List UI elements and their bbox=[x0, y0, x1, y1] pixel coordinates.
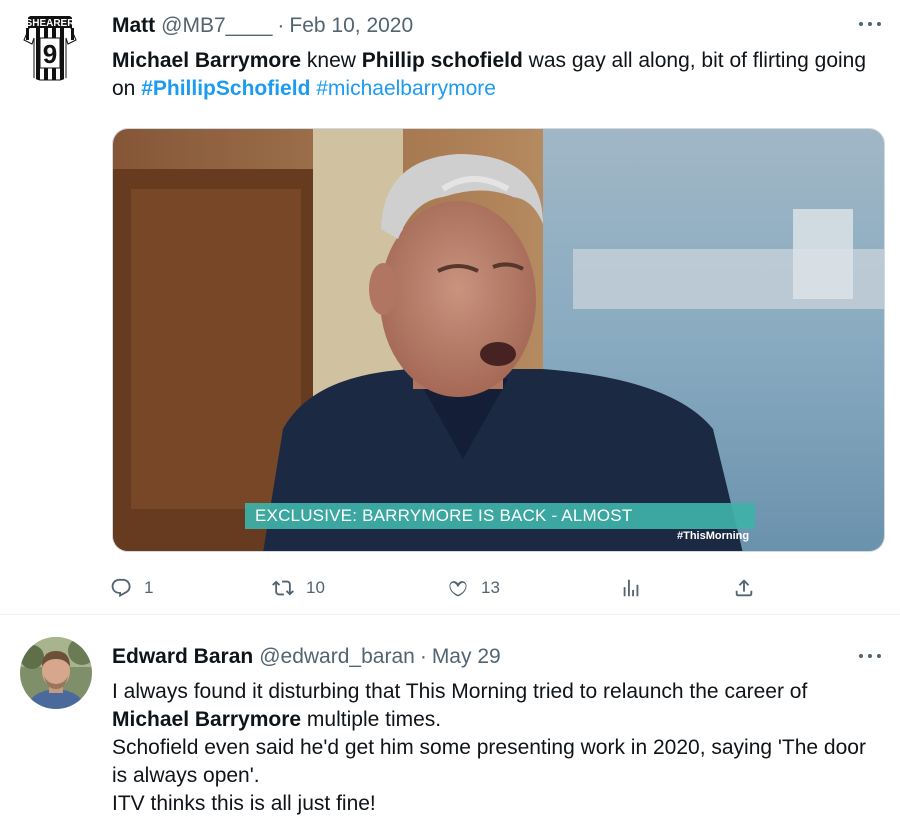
svg-text:SHEARER: SHEARER bbox=[26, 18, 76, 29]
like-count: 13 bbox=[481, 578, 500, 597]
retweet-button[interactable]: 10 bbox=[272, 572, 325, 604]
mention-bold: Michael Barrymore bbox=[112, 708, 302, 731]
tweet[interactable]: 9 SHEARER Matt @MB7____ · Feb 10, 2020 M… bbox=[0, 0, 900, 615]
tweet[interactable]: Edward Baran @edward_baran · May 29 I al… bbox=[0, 616, 900, 839]
newcastle-shirt-icon: 9 SHEARER bbox=[14, 10, 86, 82]
tweet-header: Edward Baran @edward_baran · May 29 bbox=[112, 643, 501, 671]
hashtag-link[interactable]: #michaelbarrymore bbox=[316, 77, 496, 100]
video-hashtag-text: #ThisMorning bbox=[677, 530, 750, 542]
tweet-paragraph: Schofield even said he'd get him some pr… bbox=[112, 736, 866, 787]
retweet-count: 10 bbox=[306, 578, 325, 597]
separator: · bbox=[419, 645, 427, 668]
video-still-image bbox=[113, 129, 884, 551]
author-handle[interactable]: @edward_baran bbox=[259, 643, 415, 671]
svg-text:9: 9 bbox=[43, 39, 57, 69]
author-handle[interactable]: @MB7____ bbox=[161, 12, 272, 40]
share-icon bbox=[735, 579, 753, 597]
tweet-paragraph: ITV thinks this is all just fine! bbox=[112, 792, 376, 815]
profile-photo-icon bbox=[20, 637, 92, 709]
reply-count: 1 bbox=[144, 578, 154, 597]
hashtag-link[interactable]: #PhillipSchofield bbox=[141, 77, 310, 100]
reply-button[interactable]: 1 bbox=[110, 572, 153, 604]
like-button[interactable]: 13 bbox=[447, 572, 500, 604]
tweet-media-image[interactable]: EXCLUSIVE: BARRYMORE IS BACK - ALMOST #T… bbox=[112, 128, 885, 552]
text-fragment: knew bbox=[301, 49, 362, 72]
author-name[interactable]: Edward Baran bbox=[112, 643, 253, 671]
mention-bold: Phillip schofield bbox=[361, 49, 523, 72]
author-name[interactable]: Matt bbox=[112, 12, 155, 40]
views-button[interactable] bbox=[620, 572, 642, 604]
tweet-actions: 1 10 13 bbox=[0, 572, 900, 604]
tweet-header: Matt @MB7____ · Feb 10, 2020 bbox=[112, 12, 413, 40]
tweet-paragraph: I always found it disturbing that This M… bbox=[112, 678, 876, 734]
views-chart-icon bbox=[623, 579, 639, 597]
avatar[interactable]: 9 SHEARER bbox=[14, 10, 86, 82]
heart-icon bbox=[449, 581, 467, 597]
tweet-text: Michael Barrymore knew Phillip schofield… bbox=[112, 47, 876, 103]
retweet-icon bbox=[272, 580, 294, 596]
reply-icon bbox=[111, 578, 131, 598]
video-banner-text: EXCLUSIVE: BARRYMORE IS BACK - ALMOST bbox=[245, 503, 755, 529]
text-fragment: multiple times. bbox=[301, 708, 442, 731]
separator: · bbox=[277, 14, 285, 37]
tweet-text: I always found it disturbing that This M… bbox=[112, 678, 876, 818]
tweet-date[interactable]: May 29 bbox=[432, 643, 501, 671]
more-options-icon[interactable] bbox=[856, 14, 884, 34]
mention-bold: Michael Barrymore bbox=[112, 49, 302, 72]
avatar[interactable] bbox=[20, 637, 92, 709]
text-fragment: I always found it disturbing that This M… bbox=[112, 680, 808, 703]
tweet-date[interactable]: Feb 10, 2020 bbox=[289, 12, 413, 40]
more-options-icon[interactable] bbox=[856, 646, 884, 666]
share-button[interactable] bbox=[733, 572, 755, 604]
